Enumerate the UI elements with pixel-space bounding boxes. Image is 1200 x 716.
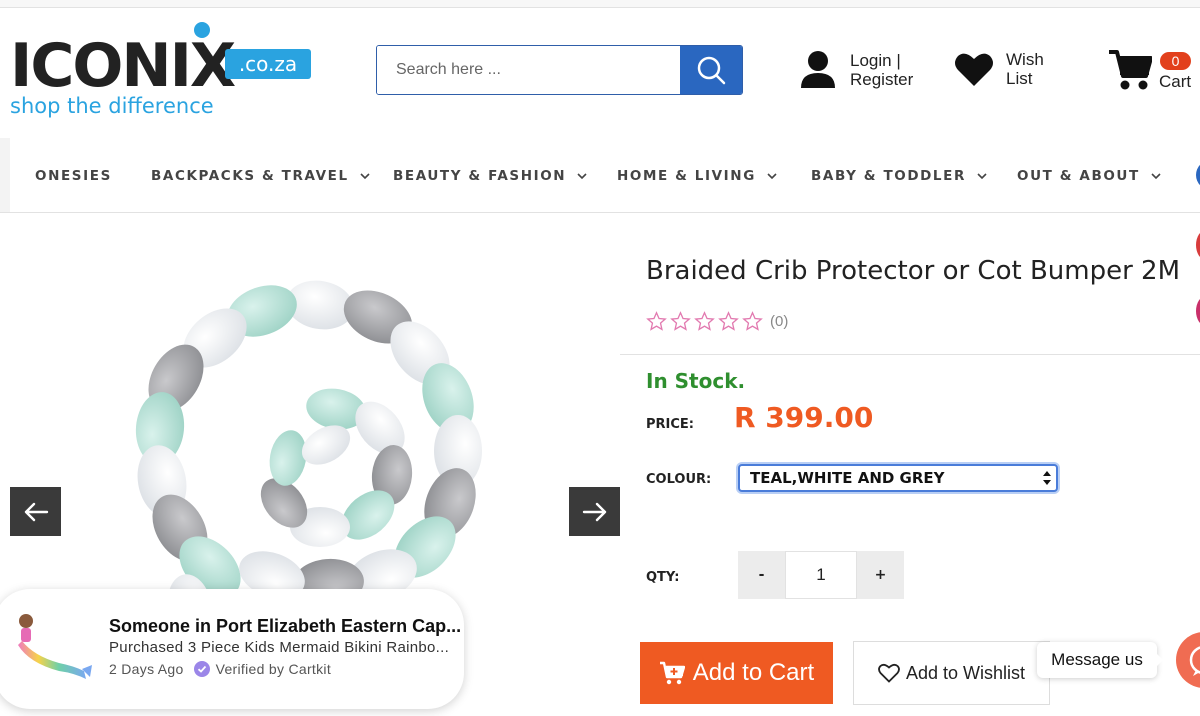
- stock-status: In Stock.: [646, 369, 746, 393]
- login-register-link[interactable]: Login | Register: [800, 50, 913, 90]
- rating-count: (0): [770, 313, 789, 330]
- logo-tld: .co.za: [225, 49, 311, 79]
- chevron-down-icon: [577, 173, 587, 180]
- star-empty-icon: [694, 311, 715, 331]
- cart-count-badge: 0: [1160, 52, 1191, 70]
- chevron-down-icon: [360, 173, 370, 180]
- chevron-down-icon: [1151, 173, 1161, 180]
- wish-label-line2: List: [1006, 69, 1033, 88]
- colour-select-value: TEAL,WHITE AND GREY: [750, 469, 945, 487]
- nav-label: BACKPACKS & TRAVEL: [151, 168, 349, 184]
- nav-scroll-button[interactable]: [1196, 160, 1200, 190]
- gallery-prev-button[interactable]: [10, 487, 61, 536]
- search-icon: [697, 56, 726, 85]
- wishlist-link[interactable]: Wish List: [954, 50, 1044, 88]
- login-label: Login |: [850, 51, 901, 70]
- product-price: R 399.00: [734, 401, 874, 434]
- top-strip: [0, 0, 1200, 8]
- notification-product-image: [18, 614, 92, 679]
- nav-label: ONESIES: [35, 168, 112, 184]
- add-to-cart-label: Add to Cart: [692, 659, 815, 686]
- social-share-button[interactable]: [1196, 230, 1200, 260]
- purchase-notification[interactable]: Someone in Port Elizabeth Eastern Cap...…: [0, 589, 464, 709]
- logo-wordmark: ICONIX: [10, 31, 236, 101]
- star-empty-icon: [742, 311, 763, 331]
- social-share-button[interactable]: [1196, 296, 1200, 326]
- search-bar: [376, 45, 743, 95]
- wish-label-line1: Wish: [1006, 50, 1044, 69]
- star-empty-icon: [646, 311, 667, 331]
- cart-icon: [1109, 50, 1152, 90]
- nav-item-out-about[interactable]: OUT & ABOUT: [1017, 168, 1162, 184]
- cart-link[interactable]: 0 Cart: [1108, 46, 1200, 96]
- nav-item-beauty-fashion[interactable]: BEAUTY & FASHION: [393, 168, 588, 184]
- logo-dot: [194, 22, 210, 38]
- chevron-down-icon: [767, 173, 777, 180]
- qty-decrement-button[interactable]: -: [738, 551, 785, 599]
- cart-plus-icon: [659, 661, 685, 685]
- nav-item-backpacks-travel[interactable]: BACKPACKS & TRAVEL: [151, 168, 371, 184]
- tooltip-tail: [1155, 652, 1163, 668]
- nav-item-home-living[interactable]: HOME & LIVING: [617, 168, 778, 184]
- search-input[interactable]: [377, 46, 682, 94]
- notification-time: 2 Days Ago: [109, 661, 184, 677]
- notification-subtitle: Purchased 3 Piece Kids Mermaid Bikini Ra…: [109, 639, 450, 656]
- arrow-right-icon: [582, 502, 606, 521]
- gallery-next-button[interactable]: [569, 487, 620, 536]
- chat-launcher-button[interactable]: [1176, 632, 1200, 688]
- colour-select[interactable]: TEAL,WHITE AND GREY: [738, 464, 1058, 492]
- verified-check-icon: [193, 661, 210, 677]
- qty-label: QTY:: [646, 570, 680, 585]
- notification-meta: 2 Days Ago Verified by Cartkit: [109, 661, 331, 677]
- nav-label: BABY & TODDLER: [811, 168, 966, 184]
- select-arrows-icon: [1043, 471, 1051, 485]
- nav-label: HOME & LIVING: [617, 168, 756, 184]
- logo[interactable]: ICONIX .co.za shop the difference: [10, 20, 311, 120]
- divider: [620, 354, 1200, 355]
- search-button[interactable]: [680, 46, 742, 94]
- chat-icon: [1189, 646, 1200, 676]
- register-label: Register: [850, 70, 914, 89]
- verified-badge: Verified by Cartkit: [193, 661, 332, 677]
- qty-increment-button[interactable]: +: [857, 551, 904, 599]
- nav-label: OUT & ABOUT: [1017, 168, 1140, 184]
- logo-tagline: shop the difference: [10, 94, 214, 118]
- arrow-left-icon: [24, 502, 48, 521]
- main-nav: ONESIES BACKPACKS & TRAVEL BEAUTY & FASH…: [0, 138, 1200, 213]
- star-empty-icon: [718, 311, 739, 331]
- cart-label: Cart: [1159, 72, 1192, 91]
- qty-input[interactable]: 1: [785, 551, 857, 599]
- add-to-wishlist-label: Add to Wishlist: [905, 662, 1026, 683]
- nav-label: BEAUTY & FASHION: [393, 168, 567, 184]
- user-icon: [801, 51, 835, 88]
- message-us-tooltip[interactable]: Message us: [1037, 642, 1157, 678]
- product-rating[interactable]: (0): [646, 311, 788, 332]
- add-to-wishlist-button[interactable]: Add to Wishlist: [853, 641, 1050, 705]
- chevron-down-icon: [977, 173, 987, 180]
- heart-icon: [955, 53, 993, 86]
- verified-label: Verified by Cartkit: [215, 661, 332, 677]
- colour-label: COLOUR:: [646, 472, 712, 487]
- price-label: PRICE:: [646, 417, 694, 432]
- notification-title: Someone in Port Elizabeth Eastern Cap...: [109, 616, 462, 636]
- star-empty-icon: [670, 311, 691, 331]
- product-title: Braided Crib Protector or Cot Bumper 2M: [646, 256, 1181, 286]
- nav-item-baby-toddler[interactable]: BABY & TODDLER: [811, 168, 988, 184]
- nav-item-onesies[interactable]: ONESIES: [35, 168, 112, 184]
- add-to-cart-button[interactable]: Add to Cart: [640, 642, 833, 704]
- heart-outline-icon: [878, 663, 900, 683]
- nav-left-bar: [0, 138, 10, 212]
